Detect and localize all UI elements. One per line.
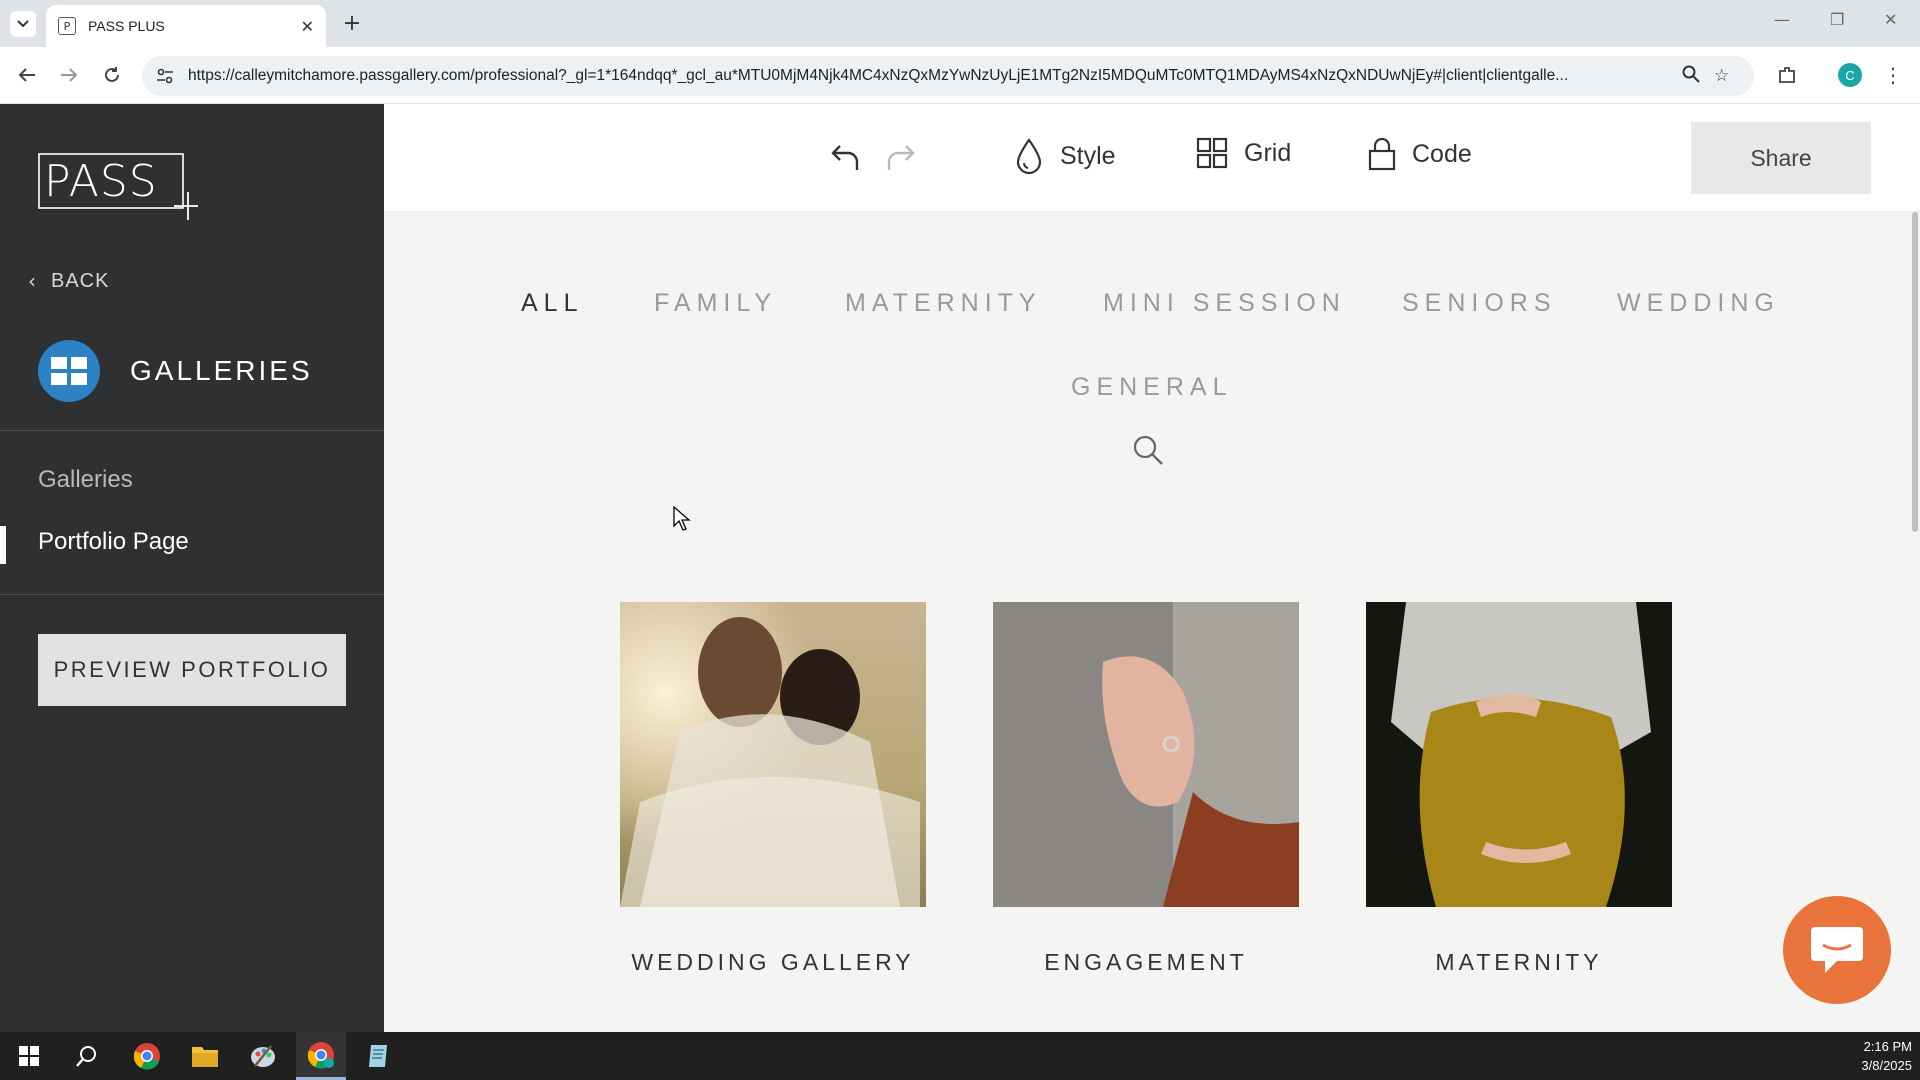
category-all[interactable]: ALL (521, 289, 583, 318)
chrome-icon[interactable] (122, 1032, 172, 1080)
tab-title: PASS PLUS (88, 18, 165, 34)
windows-taskbar: 2:16 PM 3/8/2025 (0, 1032, 1920, 1080)
grid-icon (1196, 137, 1228, 169)
style-button[interactable]: Style (1014, 137, 1116, 175)
grid-label: Grid (1244, 138, 1292, 167)
taskbar-search-icon[interactable] (62, 1032, 112, 1080)
window-close-icon[interactable]: ✕ (1884, 10, 1897, 29)
reload-icon[interactable] (97, 60, 127, 90)
mouse-cursor-icon (673, 506, 691, 531)
category-general[interactable]: GENERAL (1071, 373, 1232, 402)
extensions-icon[interactable] (1772, 60, 1802, 90)
galleries-grid-icon (38, 340, 100, 402)
minimize-icon[interactable]: — (1774, 10, 1790, 29)
code-button[interactable]: Code (1368, 137, 1472, 171)
clock-date: 3/8/2025 (1861, 1058, 1912, 1073)
forward-arrow-icon[interactable] (54, 60, 84, 90)
preview-portfolio-button[interactable]: PREVIEW PORTFOLIO (38, 634, 346, 706)
tab-favicon-icon: P (58, 17, 76, 35)
chat-bubble-icon (1811, 927, 1863, 973)
undo-icon[interactable] (828, 140, 864, 176)
zoom-icon[interactable] (1682, 65, 1700, 88)
sidebar-divider (0, 594, 384, 595)
category-mini-session[interactable]: MINI SESSION (1103, 289, 1346, 318)
pass-plus-logo[interactable]: PASS (38, 152, 202, 222)
active-indicator (0, 526, 6, 564)
code-label: Code (1412, 139, 1472, 168)
category-seniors[interactable]: SENIORS (1402, 289, 1557, 318)
share-button[interactable]: Share (1691, 122, 1871, 194)
category-family[interactable]: FAMILY (654, 289, 777, 318)
galleries-section-header: GALLERIES (38, 340, 313, 402)
browser-toolbar: https://calleymitchamore.passgallery.com… (0, 47, 1920, 104)
profile-avatar[interactable]: C (1838, 63, 1862, 87)
sidebar: PASS ‹ BACK GALLERIES Galleries Portfoli… (0, 104, 384, 1032)
restore-icon[interactable]: ❐ (1830, 10, 1844, 29)
browser-menu-icon[interactable]: ⋮ (1878, 60, 1908, 90)
gallery-title[interactable]: MATERNITY (1366, 949, 1672, 976)
gallery-title[interactable]: WEDDING GALLERY (620, 949, 926, 976)
gallery-thumbnail-maternity[interactable] (1366, 602, 1672, 907)
sidebar-divider (0, 430, 384, 431)
gallery-title[interactable]: ENGAGEMENT (993, 949, 1299, 976)
notepad-icon[interactable] (354, 1032, 404, 1080)
lock-icon (1368, 137, 1396, 171)
chevron-down-icon (17, 20, 29, 28)
url-text[interactable]: https://calleymitchamore.passgallery.com… (188, 67, 1668, 85)
paint-app-icon[interactable] (238, 1032, 288, 1080)
new-tab-button[interactable]: + (338, 9, 366, 37)
sidebar-item-portfolio-page[interactable]: Portfolio Page (38, 528, 189, 556)
gallery-thumbnail-wedding[interactable] (620, 602, 926, 907)
portfolio-preview: ALL FAMILY MATERNITY MINI SESSION SENIOR… (384, 212, 1920, 1032)
back-arrow-icon[interactable] (12, 60, 42, 90)
back-link[interactable]: ‹ BACK (28, 269, 109, 293)
browser-tab[interactable]: P PASS PLUS ✕ (46, 5, 326, 47)
browser-tabstrip: P PASS PLUS ✕ + — ❐ ✕ (0, 0, 1920, 47)
address-bar[interactable]: https://calleymitchamore.passgallery.com… (142, 56, 1754, 96)
category-wedding[interactable]: WEDDING (1617, 289, 1780, 318)
windows-start-icon[interactable] (4, 1032, 54, 1080)
search-icon[interactable] (1132, 434, 1164, 466)
grid-button[interactable]: Grid (1196, 137, 1291, 169)
sidebar-item-galleries[interactable]: Galleries (38, 466, 133, 494)
clock-time: 2:16 PM (1863, 1039, 1912, 1054)
system-clock[interactable]: 2:16 PM 3/8/2025 (1861, 1037, 1912, 1075)
close-icon[interactable]: ✕ (301, 17, 314, 36)
bookmark-star-icon[interactable]: ☆ (1714, 66, 1729, 86)
style-label: Style (1060, 141, 1116, 170)
redo-icon[interactable] (882, 140, 918, 176)
scrollbar[interactable] (1910, 212, 1920, 1032)
chat-widget-button[interactable] (1783, 896, 1891, 1004)
back-label: BACK (51, 269, 110, 292)
logo-text: PASS (44, 156, 158, 207)
chevron-left-icon: ‹ (28, 269, 37, 293)
galleries-title: GALLERIES (130, 355, 313, 386)
editor-toolbar: Style Grid Code Share (384, 104, 1920, 212)
scrollbar-thumb[interactable] (1912, 212, 1918, 532)
droplet-icon (1016, 138, 1042, 175)
gallery-thumbnail-engagement[interactable] (993, 602, 1299, 907)
chrome-profile-icon[interactable] (296, 1032, 346, 1080)
category-maternity[interactable]: MATERNITY (845, 289, 1042, 318)
site-settings-icon[interactable] (156, 68, 174, 84)
tab-search-button[interactable] (10, 11, 36, 37)
file-explorer-icon[interactable] (180, 1032, 230, 1080)
